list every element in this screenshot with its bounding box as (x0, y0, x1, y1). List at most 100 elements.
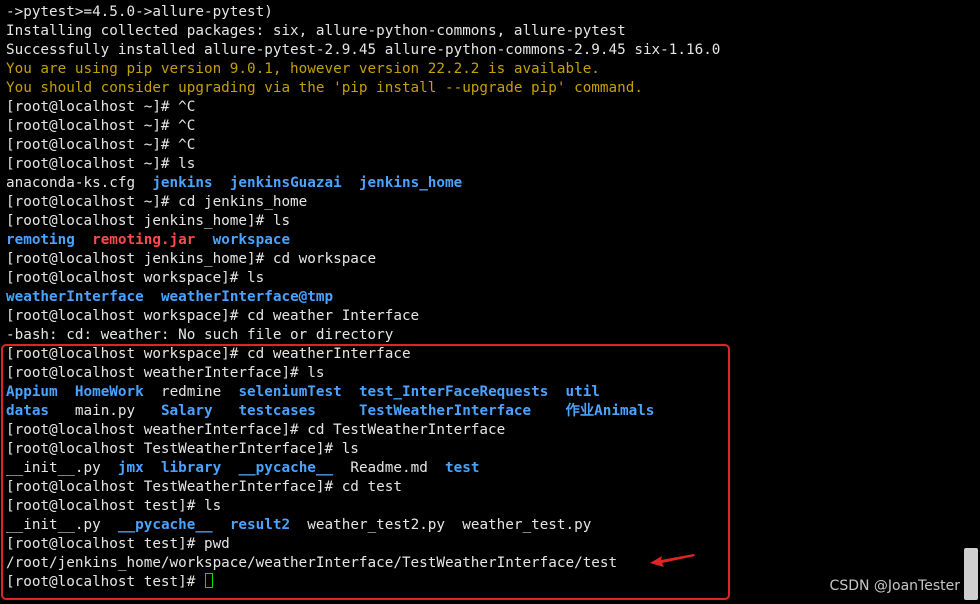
terminal-line: weatherInterface weatherInterface@tmp (6, 288, 956, 307)
terminal-text: [root@localhost workspace]# cd weatherIn… (6, 346, 411, 362)
terminal-line: [root@localhost jenkins_home]# cd worksp… (6, 250, 956, 269)
archive-entry: remoting.jar (92, 232, 196, 248)
directory-entry: jenkins_home (358, 175, 463, 191)
terminal-text: You should consider upgrading via the 'p… (6, 80, 643, 96)
terminal-line: remoting remoting.jar workspace (6, 231, 956, 250)
terminal-output[interactable]: ->pytest>=4.5.0->allure-pytest) Installin… (6, 3, 956, 592)
terminal-text: [root@localhost TestWeatherInterface]# l… (6, 441, 359, 457)
directory-entry: jenkinsGuazai (229, 175, 342, 191)
terminal-text: [root@localhost weatherInterface]# ls (6, 365, 325, 381)
vertical-scrollbar[interactable] (962, 0, 980, 604)
terminal-text: [root@localhost ~]# cd jenkins_home (6, 194, 308, 210)
terminal-line: [root@localhost weatherInterface]# ls (6, 364, 956, 383)
terminal-line: [root@localhost workspace]# ls (6, 269, 956, 288)
terminal-line: Successfully installed allure-pytest-2.9… (6, 41, 956, 60)
terminal-text: redmine (143, 384, 239, 400)
terminal-line: [root@localhost TestWeatherInterface]# l… (6, 440, 956, 459)
terminal-text: ->pytest>=4.5.0->allure-pytest) (6, 4, 273, 20)
directory-entry: Appium (6, 384, 58, 400)
directory-entry: weatherInterface@tmp (160, 289, 334, 305)
terminal-line: ->pytest>=4.5.0->allure-pytest) (6, 3, 956, 22)
directory-entry: __pycache__ (117, 517, 213, 533)
terminal-text: __init__.py (6, 517, 118, 533)
terminal-text: [root@localhost workspace]# cd weather I… (6, 308, 420, 324)
directory-entry: jenkins (152, 175, 213, 191)
terminal-text: [root@localhost test]# pwd (6, 536, 230, 552)
terminal-line: Appium HomeWork redmine seleniumTest tes… (6, 383, 956, 402)
scrollbar-thumb[interactable] (964, 548, 978, 600)
terminal-line: [root@localhost ~]# ^C (6, 117, 956, 136)
terminal-line: [root@localhost workspace]# cd weatherIn… (6, 345, 956, 364)
terminal-text: Installing collected packages: six, allu… (6, 23, 626, 39)
terminal-line: [root@localhost ~]# cd jenkins_home (6, 193, 956, 212)
directory-entry: util (565, 384, 600, 400)
terminal-text: weather_test2.py weather_test.py (290, 517, 592, 533)
terminal-text: [root@localhost test]# (6, 574, 204, 590)
directory-entry: result2 (229, 517, 291, 533)
terminal-line: [root@localhost test]# pwd (6, 535, 956, 554)
csdn-watermark: CSDN @JoanTester (829, 578, 960, 594)
terminal-line: [root@localhost test]# ls (6, 497, 956, 516)
terminal-text: [root@localhost TestWeatherInterface]# c… (6, 479, 402, 495)
terminal-text: [root@localhost workspace]# ls (6, 270, 265, 286)
red-arrow-icon (650, 554, 695, 567)
directory-entry: jmx (117, 460, 144, 476)
terminal-line: anaconda-ks.cfg jenkins jenkinsGuazai je… (6, 174, 956, 193)
terminal-line: __init__.py __pycache__ result2 weather_… (6, 516, 956, 535)
terminal-text: [root@localhost jenkins_home]# cd worksp… (6, 251, 377, 267)
terminal-text: /root/jenkins_home/workspace/weatherInte… (6, 555, 618, 571)
terminal-text: main.py (49, 403, 161, 419)
terminal-line: __init__.py jmx library __pycache__ Read… (6, 459, 956, 478)
terminal-text: [root@localhost ~]# ls (6, 156, 196, 172)
terminal-line: [root@localhost weatherInterface]# cd Te… (6, 421, 956, 440)
terminal-line: /root/jenkins_home/workspace/weatherInte… (6, 554, 956, 573)
terminal-text: __init__.py (6, 460, 118, 476)
terminal-line: datas main.py Salary testcases TestWeath… (6, 402, 956, 421)
terminal-line: [root@localhost ~]# ^C (6, 98, 956, 117)
terminal-line: [root@localhost workspace]# cd weather I… (6, 307, 956, 326)
directory-entry: TestWeatherInterface (358, 403, 532, 419)
terminal-text: You are using pip version 9.0.1, however… (6, 61, 600, 77)
directory-entry: test_InterFaceRequests (358, 384, 549, 400)
terminal-text: [root@localhost jenkins_home]# ls (6, 213, 291, 229)
terminal-line: You should consider upgrading via the 'p… (6, 79, 956, 98)
directory-entry: test (445, 460, 480, 476)
directory-entry: Salary (160, 403, 213, 419)
terminal-line: Installing collected packages: six, allu… (6, 22, 956, 41)
terminal-text: Successfully installed allure-pytest-2.9… (6, 42, 721, 58)
terminal-text: Readme.md (333, 460, 446, 476)
directory-entry: remoting (6, 232, 75, 248)
terminal-text: [root@localhost ~]# ^C (6, 118, 196, 134)
directory-entry: __pycache__ (238, 460, 334, 476)
terminal-text: [root@localhost ~]# ^C (6, 99, 196, 115)
terminal-line: [root@localhost ~]# ls (6, 155, 956, 174)
directory-entry: weatherInterface (6, 289, 144, 305)
terminal-line: [root@localhost TestWeatherInterface]# c… (6, 478, 956, 497)
directory-entry: datas (6, 403, 50, 419)
terminal-cursor (204, 573, 213, 588)
terminal-line: [root@localhost ~]# ^C (6, 136, 956, 155)
terminal-text: [root@localhost test]# ls (6, 498, 222, 514)
terminal-window[interactable]: ->pytest>=4.5.0->allure-pytest) Installin… (0, 0, 980, 604)
terminal-line: -bash: cd: weather: No such file or dire… (6, 326, 956, 345)
terminal-line: [root@localhost test]# (6, 573, 956, 592)
directory-entry: seleniumTest (238, 384, 342, 400)
terminal-text: -bash: cd: weather: No such file or dire… (6, 327, 394, 343)
terminal-line: You are using pip version 9.0.1, however… (6, 60, 956, 79)
terminal-text: [root@localhost weatherInterface]# cd Te… (6, 422, 506, 438)
directory-entry: workspace (212, 232, 291, 248)
directory-entry: testcases (238, 403, 316, 419)
